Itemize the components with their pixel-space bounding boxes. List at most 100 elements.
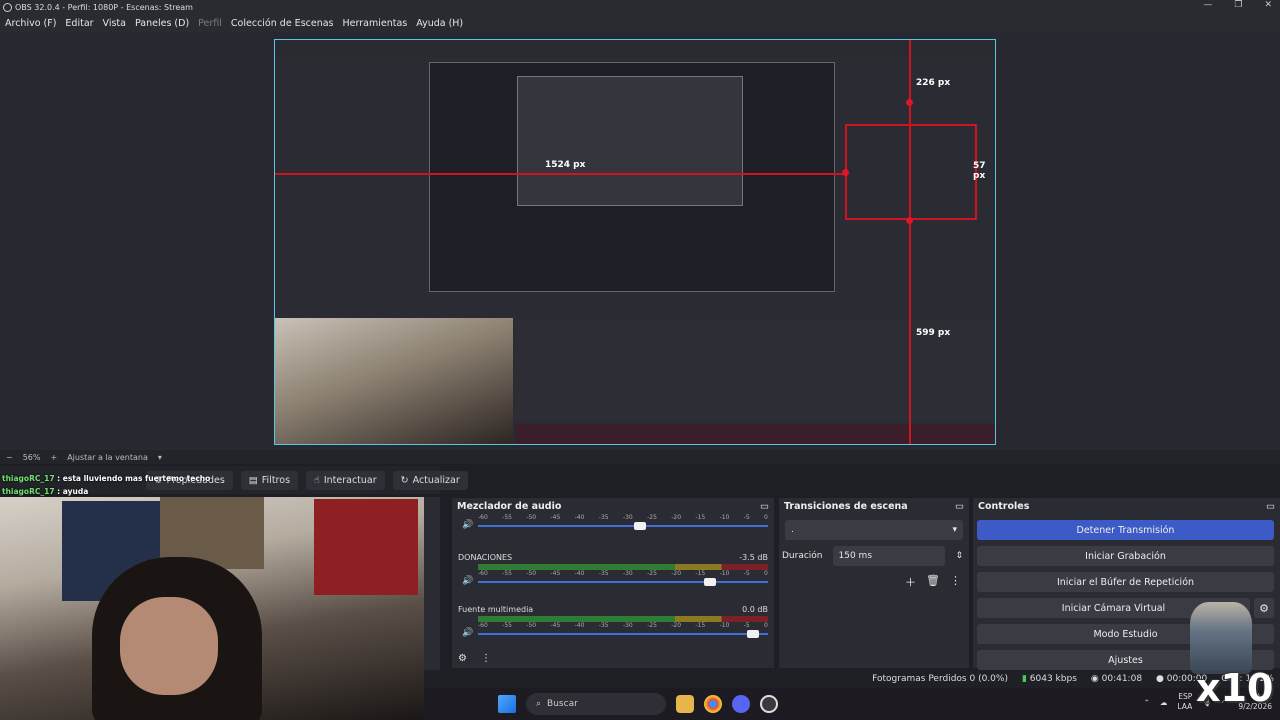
volume-fader[interactable]: 🔊 [462,628,768,639]
filters-button[interactable]: ▤ Filtros [240,470,299,490]
search-placeholder: Buscar [547,699,578,709]
network-icon[interactable]: ☁ [1160,698,1168,707]
menu-edit[interactable]: Editar [65,18,93,29]
meter-tick: -15 [695,570,706,577]
add-transition-icon[interactable]: ＋ [905,574,916,590]
meter-tick: -30 [622,514,633,521]
virtual-camera-settings-icon[interactable]: ⚙ [1254,598,1274,618]
preview-canvas[interactable]: 226 px 57 px 1524 px 599 px [274,39,996,445]
meter-tick: -55 [502,622,512,629]
meter-tick: -10 [719,622,730,629]
menu-view[interactable]: Vista [103,18,126,29]
refresh-button[interactable]: ↻ Actualizar [392,470,468,490]
taskbar-search[interactable]: ⌕ Buscar [526,693,666,715]
channel-db: 0.0 dB [742,605,768,614]
close-button[interactable]: ✕ [1264,0,1272,10]
channel-db: -3.5 dB [739,553,768,562]
poster-image [314,499,418,595]
maximize-button[interactable]: ❐ [1234,0,1242,10]
meter-tick: -25 [647,622,657,629]
meter-tick: 0 [764,514,768,521]
meter-tick: -35 [598,514,609,521]
scene-list-strip[interactable] [424,497,440,670]
duration-input[interactable]: 150 ms [832,546,946,566]
meter-tick: 0 [764,570,768,577]
menu-help[interactable]: Ayuda (H) [416,18,463,29]
dancing-figure-overlay [1190,602,1252,674]
fit-dropdown-icon[interactable]: ▾ [158,453,162,462]
title-bar: OBS 32.0.4 - Perfil: 1080P - Escenas: St… [0,0,1280,15]
minimize-button[interactable]: — [1203,0,1212,10]
meter-tick: -20 [671,514,682,521]
measure-bottom: 599 px [916,328,951,338]
obs-taskbar-icon[interactable] [760,695,778,713]
fader-knob[interactable] [747,630,760,638]
speaker-icon[interactable]: 🔊 [462,628,473,638]
menu-tools[interactable]: Herramientas [343,18,408,29]
handle-bottom[interactable] [906,217,913,224]
chat-message: : ayuda [57,487,89,496]
handle-left[interactable] [842,169,849,176]
fader-knob[interactable] [703,578,716,586]
undock-icon[interactable]: ▭ [760,501,769,512]
fader-knob[interactable] [634,522,647,530]
signal-icon: ▮ [1021,674,1027,684]
mixer-settings-icon[interactable]: ⚙ [458,653,467,664]
selection-box[interactable] [845,124,977,220]
transition-menu-icon[interactable]: ⋮ [950,574,961,590]
menu-file[interactable]: Archivo (F) [5,18,56,29]
status-bar: Fotogramas Perdidos 0 (0.0%) ▮ 6043 kbps… [424,670,1280,688]
volume-fader[interactable]: 🔊 [462,520,768,531]
start-recording-button[interactable]: Iniciar Grabación [977,546,1274,566]
speaker-icon[interactable]: 🔊 [462,520,473,530]
volume-fader[interactable]: 🔊 [462,576,768,587]
meter-ticks: -60 -55 -50 -45 -40 -35 -30 -25 -20 -15 -10 -5 0 [478,622,768,629]
speaker-icon[interactable]: 🔊 [462,576,473,586]
search-icon: ⌕ [536,699,542,709]
measure-top: 226 px [916,78,951,88]
meter-tick: -25 [647,514,657,521]
meter-tick: -30 [622,570,633,577]
stop-stream-button[interactable]: Detener Transmisión [977,520,1274,540]
delete-transition-icon[interactable]: 🗑 [926,574,940,590]
filter-icon: ▤ [248,474,258,486]
menu-profile[interactable]: Perfil [198,18,222,29]
zoom-out-button[interactable]: − [6,453,13,462]
meter-tick: -10 [719,570,730,577]
zoom-bar: − 56% + Ajustar a la ventana ▾ [0,450,1280,464]
lang-code[interactable]: ESP [1177,692,1192,702]
tray-chevron-icon[interactable]: ⌃ [1144,698,1150,707]
channel-name: Fuente multimedia [458,605,534,614]
handle-top[interactable] [906,99,913,106]
pointer-icon: ☝ [314,474,320,486]
chrome-icon[interactable] [704,695,722,713]
lang-layout[interactable]: LAA [1177,702,1192,712]
start-replay-buffer-button[interactable]: Iniciar el Búfer de Repetición [977,572,1274,592]
spinner-icon[interactable]: ⇕ [955,551,963,561]
meter-tick: -40 [574,570,585,577]
transitions-title: Transiciones de escena [784,500,908,512]
undock-icon[interactable]: ▭ [955,501,964,512]
windows-start-icon[interactable] [498,695,516,713]
zoom-in-button[interactable]: + [50,453,57,462]
meter-tick: -5 [743,622,750,629]
zoom-level: 56% [22,452,41,462]
preview-area[interactable]: 226 px 57 px 1524 px 599 px [0,32,1280,450]
menu-scene-collection[interactable]: Colección de Escenas [231,18,334,29]
meter-tick: -40 [574,622,585,629]
transition-select[interactable]: . ▾ [785,520,963,540]
duration-label: Duración [782,551,823,561]
interact-button[interactable]: ☝ Interactuar [306,470,385,490]
menu-docks[interactable]: Paneles (D) [135,18,189,29]
undock-icon[interactable]: ▭ [1266,501,1275,512]
fit-to-window[interactable]: Ajustar a la ventana [67,453,148,462]
meter-tick: -60 [478,570,488,577]
mixer-menu-icon[interactable]: ⋮ [481,653,491,664]
interact-label: Interactuar [323,474,377,486]
record-icon: ● [1156,674,1164,684]
chat-line: thiagoRC_17 : ayuda [2,487,88,496]
folder-icon[interactable] [676,695,694,713]
meter-tick: -50 [526,570,537,577]
discord-icon[interactable] [732,695,750,713]
filters-label: Filtros [261,474,291,486]
